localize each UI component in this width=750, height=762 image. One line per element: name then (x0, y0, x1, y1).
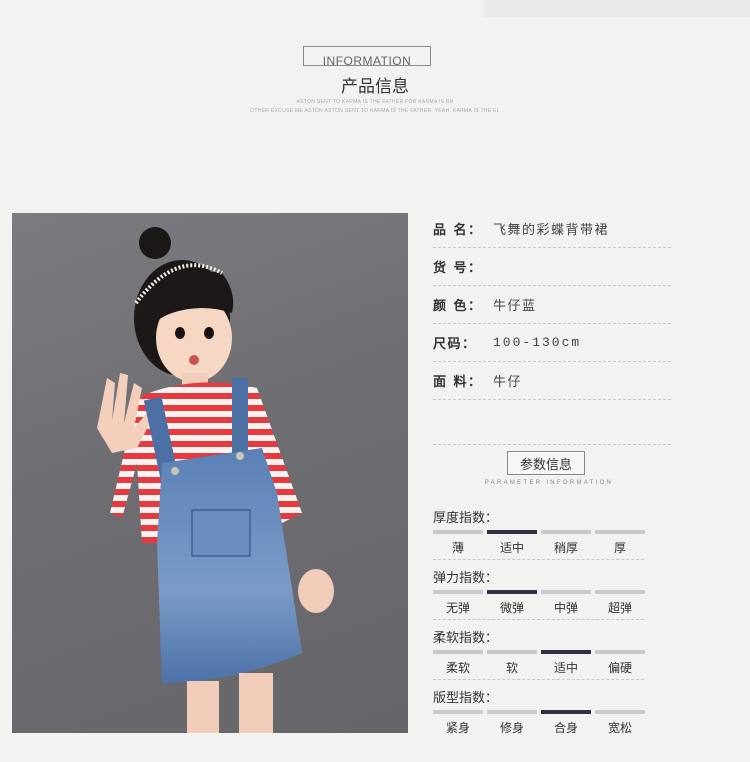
param-title-box: 参数信息 (507, 451, 585, 475)
index-option: 偏硬 (607, 661, 632, 675)
top-decor-strip (484, 0, 750, 17)
index-option: 宽松 (607, 721, 632, 735)
index-option: 柔软 (445, 661, 470, 675)
index-option: 厚 (613, 541, 626, 555)
index-bar (433, 590, 483, 594)
index-bar (595, 650, 645, 654)
spec-row-blank (433, 400, 671, 445)
spec-value: 牛仔 (493, 375, 523, 390)
index-bar (541, 530, 591, 534)
product-photo (12, 213, 408, 733)
spec-row-size: 尺码： 100-130cm (433, 324, 671, 362)
index-softness: 柔软指数： 柔软 软 适中 偏硬 (433, 630, 665, 680)
index-option: 适中 (499, 541, 524, 555)
spec-row-fabric: 面 料： 牛仔 (433, 362, 671, 400)
spec-label: 面 料： (433, 375, 483, 390)
index-title: 弹力指数： (433, 571, 499, 586)
info-frame (303, 46, 431, 66)
spec-row-name: 品 名： 飞舞的彩蝶背带裙 (433, 210, 671, 248)
index-thickness: 厚度指数： 薄 适中 稍厚 厚 (433, 510, 665, 560)
spec-label: 品 名： (433, 223, 483, 238)
param-subtitle: PARAMETER INFORMATION (484, 480, 614, 486)
spec-list: 品 名： 飞舞的彩蝶背带裙 货 号： 颜 色： 牛仔蓝 尺码： 100-130c… (433, 210, 671, 445)
index-elasticity: 弹力指数： 无弹 微弹 中弹 超弹 (433, 570, 665, 620)
page-title: 产品信息 (341, 77, 409, 97)
index-bar (487, 650, 537, 654)
index-option: 软 (505, 661, 518, 675)
spec-value: 牛仔蓝 (493, 299, 537, 314)
divider (433, 679, 644, 680)
index-bar (595, 590, 645, 594)
spec-label: 尺码： (433, 337, 477, 352)
index-option: 修身 (499, 721, 524, 735)
index-title: 版型指数： (433, 691, 499, 706)
index-fit: 版型指数： 紧身 修身 合身 宽松 (433, 690, 665, 736)
divider (433, 559, 644, 560)
index-option: 合身 (553, 721, 578, 735)
index-option: 超弹 (607, 601, 632, 615)
index-bar-selected (487, 530, 537, 534)
index-option: 微弹 (499, 601, 524, 615)
index-bar-selected (487, 590, 537, 594)
spec-row-color: 颜 色： 牛仔蓝 (433, 286, 671, 324)
index-option: 紧身 (445, 721, 470, 735)
index-title: 柔软指数： (433, 631, 499, 646)
spec-value: 100-130cm (493, 335, 582, 350)
index-bar (541, 590, 591, 594)
index-bar (433, 650, 483, 654)
index-option: 适中 (553, 661, 578, 675)
index-bar-selected (541, 650, 591, 654)
index-title: 厚度指数： (433, 511, 499, 526)
spec-label: 颜 色： (433, 299, 483, 314)
index-bar (433, 710, 483, 714)
tagline-2: OTHER EXCUSE ME ASTON ASTON SENT TO KARM… (250, 108, 500, 114)
spec-label: 货 号： (433, 261, 483, 276)
index-bar (433, 530, 483, 534)
index-option: 中弹 (553, 601, 578, 615)
index-option: 稍厚 (553, 541, 578, 555)
index-bar (595, 530, 645, 534)
spec-row-sku: 货 号： (433, 248, 671, 286)
index-option: 无弹 (445, 601, 470, 615)
index-option: 薄 (451, 541, 464, 555)
index-bar-selected (541, 710, 591, 714)
index-bar (487, 710, 537, 714)
tagline-1: ASTON SENT TO KARMA IS THE FATHER FOR KA… (296, 99, 454, 105)
index-bar (595, 710, 645, 714)
spec-value: 飞舞的彩蝶背带裙 (493, 223, 610, 238)
divider (433, 619, 644, 620)
